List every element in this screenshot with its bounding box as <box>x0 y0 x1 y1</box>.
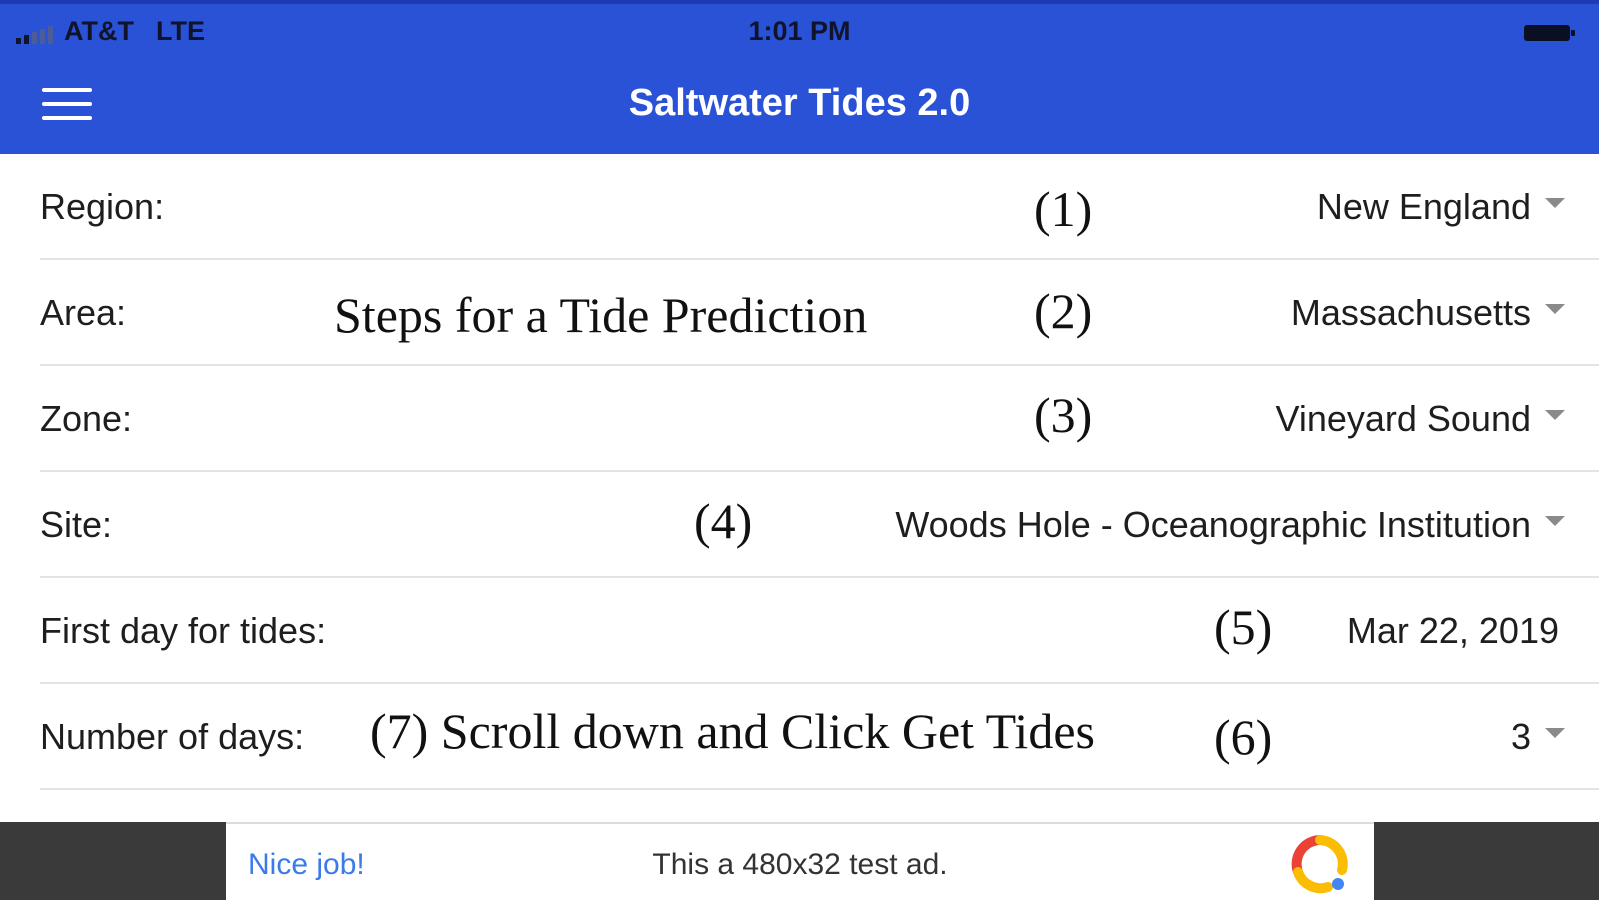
battery-icon <box>1524 25 1575 41</box>
step-6-annotation: (6) <box>1214 709 1273 765</box>
ad-text: This a 480x32 test ad. <box>652 848 948 881</box>
steps-title-annotation: Steps for a Tide Prediction <box>334 287 868 343</box>
step-7-annotation: (7) Scroll down and Click Get Tides <box>370 703 1095 759</box>
number-of-days-select[interactable]: 3 <box>1511 716 1531 758</box>
first-day-row[interactable]: First day for tides: (5) Mar 22, 2019 <box>40 578 1599 684</box>
region-label: Region: <box>40 186 165 227</box>
chevron-down-icon[interactable] <box>1545 304 1565 314</box>
zone-row[interactable]: Zone: (3) Vineyard Sound <box>40 366 1599 472</box>
step-2-annotation: (2) <box>1034 283 1093 339</box>
app-title: Saltwater Tides 2.0 <box>628 82 971 124</box>
zone-select[interactable]: Vineyard Sound <box>1275 398 1531 440</box>
area-label: Area: <box>40 292 127 333</box>
top-bar: AT&T LTE 1:01 PM Saltwater Tides 2.0 <box>0 0 1599 154</box>
step-1-annotation: (1) <box>1034 181 1093 237</box>
chevron-down-icon[interactable] <box>1545 410 1565 420</box>
number-of-days-row[interactable]: Number of days: (7) Scroll down and Clic… <box>40 684 1599 790</box>
first-day-date-picker[interactable]: Mar 22, 2019 <box>1347 610 1559 652</box>
chevron-down-icon[interactable] <box>1545 728 1565 738</box>
chevron-down-icon[interactable] <box>1545 198 1565 208</box>
status-time: 1:01 PM <box>748 16 851 46</box>
site-select[interactable]: Woods Hole - Oceanographic Institution <box>895 504 1531 546</box>
number-of-days-label: Number of days: <box>40 716 305 757</box>
step-5-annotation: (5) <box>1214 599 1273 655</box>
ad-banner[interactable]: Nice job! This a 480x32 test ad. <box>226 822 1374 900</box>
first-day-label: First day for tides: <box>40 610 327 651</box>
site-label: Site: <box>40 504 113 545</box>
site-row[interactable]: Site: (4) Woods Hole - Oceanographic Ins… <box>40 472 1599 578</box>
chevron-down-icon[interactable] <box>1545 516 1565 526</box>
ad-logo-icon <box>1291 835 1348 894</box>
area-select[interactable]: Massachusetts <box>1291 292 1531 334</box>
area-row[interactable]: Area: Steps for a Tide Prediction (2) Ma… <box>40 260 1599 366</box>
region-row[interactable]: Region: (1) New England <box>40 154 1599 260</box>
ad-area: Nice job! This a 480x32 test ad. <box>0 822 1599 900</box>
step-3-annotation: (3) <box>1034 387 1093 443</box>
zone-label: Zone: <box>40 398 133 439</box>
step-4-annotation: (4) <box>694 493 753 549</box>
region-select[interactable]: New England <box>1317 186 1531 228</box>
app-screen: AT&T LTE 1:01 PM Saltwater Tides 2.0 Reg… <box>0 0 1599 900</box>
